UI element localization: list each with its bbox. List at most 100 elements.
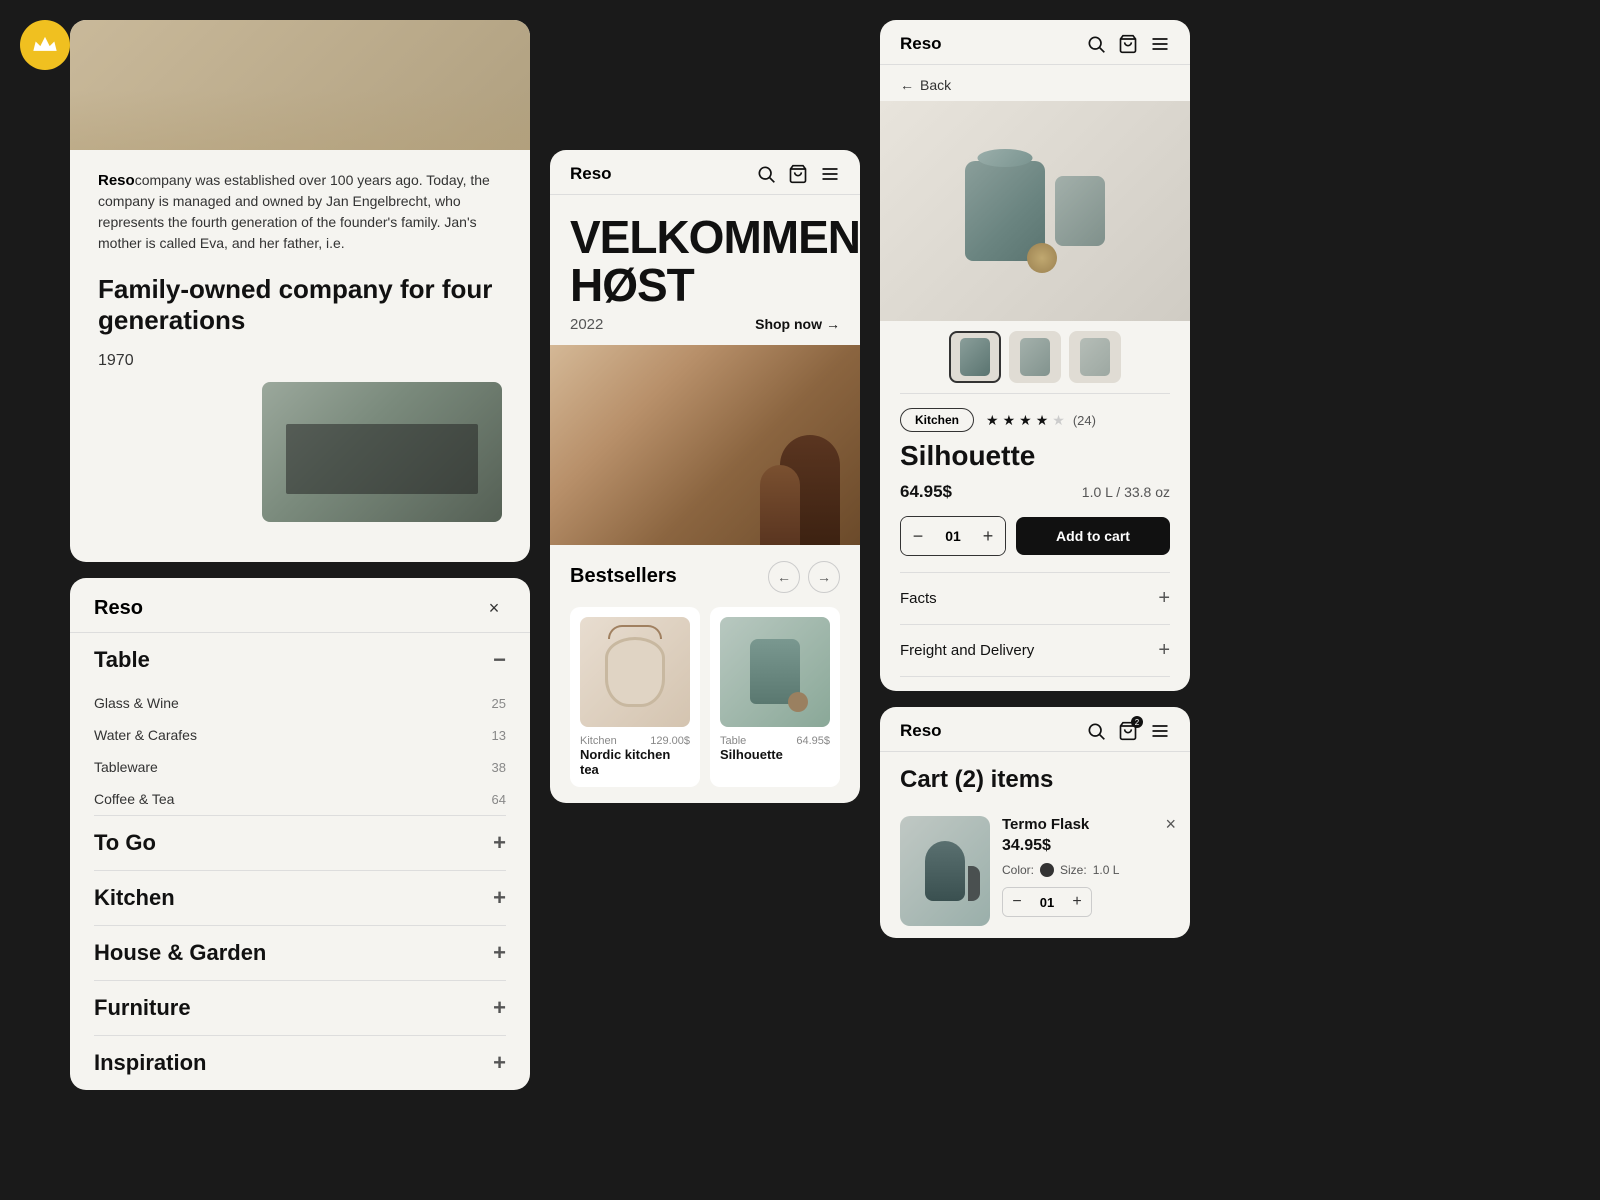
next-arrow-button[interactable]: → bbox=[808, 561, 840, 593]
cart-card: Reso 2 Cart (2) items Termo Flask 34.95$… bbox=[880, 707, 1190, 938]
search-icon[interactable] bbox=[756, 164, 776, 184]
menu-icon[interactable] bbox=[820, 164, 840, 184]
nav-brand: Reso bbox=[94, 597, 143, 620]
nav-card-header: Reso × bbox=[70, 578, 530, 633]
hero-title: VELKOMMEN HØST bbox=[570, 213, 840, 310]
product-detail-card: Reso ← Back bbox=[880, 20, 1190, 691]
about-brand-name: Reso bbox=[98, 172, 135, 189]
cart-count-badge: 2 bbox=[1131, 716, 1143, 728]
product-price: 64.95$ bbox=[900, 482, 952, 502]
nav-section-kitchen: Kitchen + bbox=[70, 871, 530, 925]
bestsellers-header: Bestsellers ← → bbox=[570, 561, 840, 593]
star-1: ★ bbox=[986, 412, 999, 429]
back-arrow-icon: ← bbox=[900, 77, 914, 93]
nav-sub-glass-wine[interactable]: Glass & Wine 25 bbox=[94, 687, 506, 719]
hero-banner: VELKOMMEN HØST 2022 Shop now → bbox=[550, 195, 860, 345]
minus-icon: − bbox=[493, 647, 506, 673]
thumbnail-row bbox=[880, 321, 1190, 393]
cart-title: Cart (2) items bbox=[880, 752, 1190, 804]
thumbnail-1[interactable] bbox=[949, 331, 1001, 383]
cart-badge-wrapper: 2 bbox=[1118, 721, 1138, 741]
freight-label: Freight and Delivery bbox=[900, 642, 1034, 659]
menu-icon-cart[interactable] bbox=[1150, 721, 1170, 741]
product-card-2[interactable]: Table 64.95$ Silhouette bbox=[710, 607, 840, 787]
about-heading: Family-owned company for four generation… bbox=[98, 274, 502, 336]
cart-icon[interactable] bbox=[788, 164, 808, 184]
cart-item-info: Termo Flask 34.95$ Color: Size: 1.0 L − … bbox=[1002, 816, 1170, 926]
qty-increase-button[interactable]: + bbox=[971, 517, 1005, 555]
cart-item-image bbox=[900, 816, 990, 926]
prev-arrow-button[interactable]: ← bbox=[768, 561, 800, 593]
flask-shape bbox=[750, 639, 800, 704]
search-icon-detail[interactable] bbox=[1086, 34, 1106, 54]
add-to-cart-button[interactable]: Add to cart bbox=[1016, 517, 1170, 555]
star-3: ★ bbox=[1019, 412, 1032, 429]
nav-section-furniture: Furniture + bbox=[70, 981, 530, 1035]
cart-qty-decrease-button[interactable]: − bbox=[1003, 888, 1031, 916]
product-meta-2: Table 64.95$ Silhouette bbox=[720, 735, 830, 762]
bestsellers-title: Bestsellers bbox=[570, 565, 677, 588]
about-card: Resocompany was established over 100 yea… bbox=[70, 20, 530, 562]
shop-now-link[interactable]: Shop now → bbox=[755, 316, 840, 332]
category-tag[interactable]: Kitchen bbox=[900, 408, 974, 432]
nav-sub-coffee-tea[interactable]: Coffee & Tea 64 bbox=[94, 783, 506, 815]
thumb-inner-2 bbox=[1020, 338, 1050, 376]
product-volume: 1.0 L / 33.8 oz bbox=[1082, 484, 1170, 500]
review-count: (24) bbox=[1073, 413, 1096, 428]
cart-item-remove-button[interactable]: × bbox=[1165, 814, 1176, 835]
star-2: ★ bbox=[1003, 412, 1016, 429]
cart-brand: Reso bbox=[900, 721, 942, 741]
nav-section-to-go: To Go + bbox=[70, 816, 530, 870]
shop-card-header: Reso bbox=[550, 150, 860, 195]
star-5-empty: ★ bbox=[1052, 412, 1065, 429]
nav-sub-tableware[interactable]: Tableware 38 bbox=[94, 751, 506, 783]
menu-icon-detail[interactable] bbox=[1150, 34, 1170, 54]
qty-decrease-button[interactable]: − bbox=[901, 517, 935, 555]
cart-header: Reso 2 bbox=[880, 707, 1190, 752]
hero-year-row: 2022 Shop now → bbox=[570, 316, 840, 333]
freight-expandable[interactable]: Freight and Delivery + bbox=[900, 624, 1170, 677]
nav-section-title-to-go[interactable]: To Go + bbox=[94, 816, 506, 870]
thumbnail-3[interactable] bbox=[1069, 331, 1121, 383]
nav-section-title-inspiration[interactable]: Inspiration + bbox=[94, 1036, 506, 1090]
cart-qty-increase-button[interactable]: + bbox=[1063, 888, 1091, 916]
middle-panel: Reso VELKOMMEN HØST 2022 Shop now → Best… bbox=[550, 150, 860, 803]
facts-expandable[interactable]: Facts + bbox=[900, 572, 1170, 624]
cart-icon-detail[interactable] bbox=[1118, 34, 1138, 54]
nav-section-title-kitchen[interactable]: Kitchen + bbox=[94, 871, 506, 925]
nav-section-house: House & Garden + bbox=[70, 926, 530, 980]
back-button[interactable]: ← Back bbox=[880, 65, 1190, 101]
side-flask-shape bbox=[1055, 176, 1105, 246]
thumb-inner-1 bbox=[960, 338, 990, 376]
product-card-1[interactable]: Kitchen 129.00$ Nordic kitchen tea bbox=[570, 607, 700, 787]
cart-item-price: 34.95$ bbox=[1002, 837, 1170, 855]
left-panel: Resocompany was established over 100 yea… bbox=[70, 20, 530, 1090]
logo-badge bbox=[20, 20, 70, 70]
bestsellers-nav: ← → bbox=[768, 561, 840, 593]
cart-item-meta: Color: Size: 1.0 L bbox=[1002, 863, 1170, 877]
main-flask-shape bbox=[965, 161, 1045, 261]
about-description: company was established over 100 years a… bbox=[98, 172, 490, 251]
product-image-bucket bbox=[580, 617, 690, 727]
plus-icon-furniture: + bbox=[493, 995, 506, 1021]
detail-header: Reso bbox=[880, 20, 1190, 65]
nav-section-title-furniture[interactable]: Furniture + bbox=[94, 981, 506, 1035]
nav-sub-water-carafes[interactable]: Water & Carafes 13 bbox=[94, 719, 506, 751]
nav-section-inspiration: Inspiration + bbox=[70, 1036, 530, 1090]
thumb-inner-3 bbox=[1080, 338, 1110, 376]
search-icon-cart[interactable] bbox=[1086, 721, 1106, 741]
crown-icon bbox=[31, 31, 59, 59]
nav-section-title-table[interactable]: Table − bbox=[94, 633, 506, 687]
about-hero-image bbox=[70, 20, 530, 150]
about-year: 1970 bbox=[98, 352, 502, 370]
nav-section-title-house[interactable]: House & Garden + bbox=[94, 926, 506, 980]
thumbnail-2[interactable] bbox=[1009, 331, 1061, 383]
cart-flask-visual bbox=[925, 841, 965, 901]
nav-close-button[interactable]: × bbox=[482, 596, 506, 620]
facts-label: Facts bbox=[900, 590, 937, 607]
hero-year: 2022 bbox=[570, 316, 603, 333]
navigation-card: Reso × Table − Glass & Wine 25 Water & C… bbox=[70, 578, 530, 1090]
plus-icon-to-go: + bbox=[493, 830, 506, 856]
hero-image bbox=[550, 345, 860, 545]
quantity-control: − 01 + bbox=[900, 516, 1006, 556]
